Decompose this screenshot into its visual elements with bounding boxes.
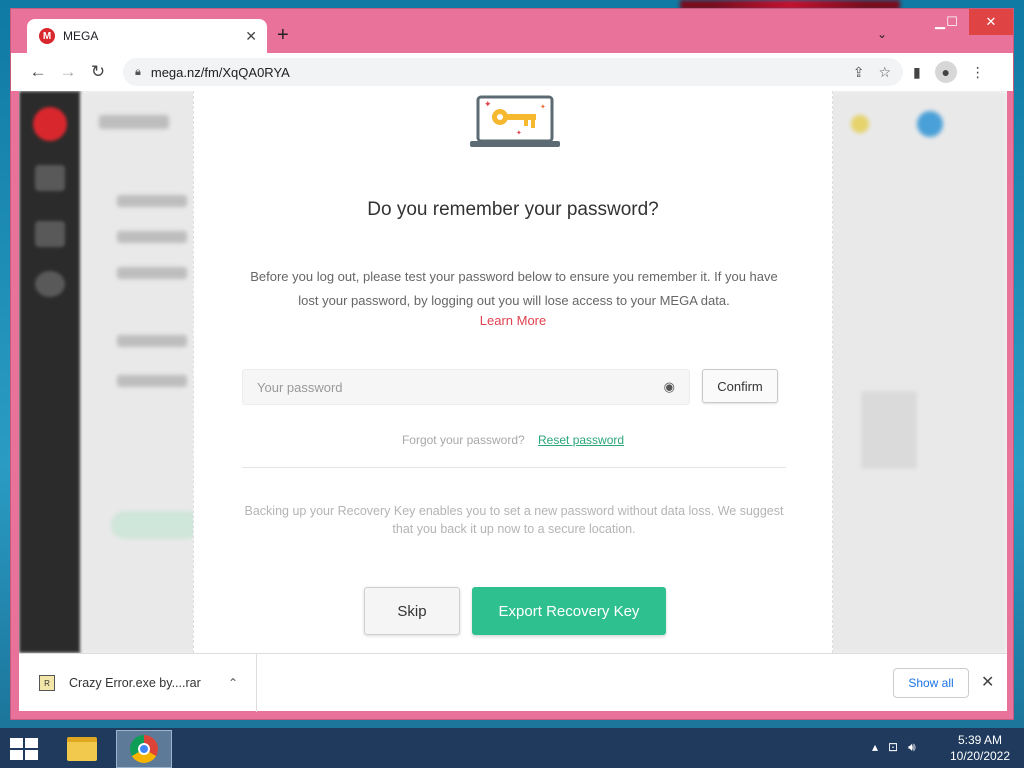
lock-icon[interactable]: 🔒︎: [135, 66, 141, 79]
blurred-avatar: [917, 111, 943, 137]
mega-sidebar: [19, 91, 81, 653]
blurred-row: [117, 335, 187, 347]
menu-icon[interactable]: ⋮: [971, 64, 985, 81]
tab-mega[interactable]: M MEGA ✕: [27, 19, 267, 53]
laptop-key-icon: ✦ ✦ ✦: [470, 95, 560, 147]
windows-taskbar: ▴ ⊡ 🔊︎ 5:39 AM 10/20/2022: [0, 728, 1024, 768]
network-icon[interactable]: ⊡: [888, 740, 898, 755]
sidebar-icon[interactable]: ▮: [913, 64, 921, 81]
file-explorer-icon[interactable]: [58, 730, 106, 768]
forward-icon[interactable]: →: [53, 62, 83, 82]
browser-toolbar: ← → ↻ 🔒︎ mega.nz/fm/XqQA0RYA ⇪ ☆ ▮ ● ⋮: [11, 53, 1013, 91]
confirm-button[interactable]: Confirm: [702, 369, 778, 403]
back-icon[interactable]: ←: [23, 62, 53, 82]
windows-start-icon[interactable]: [10, 738, 38, 760]
learn-more-link[interactable]: Learn More: [194, 313, 832, 328]
dialog-title: Do you remember your password?: [367, 199, 659, 220]
star-icon[interactable]: ☆: [878, 64, 891, 81]
recovery-key-text: Backing up your Recovery Key enables you…: [244, 504, 784, 536]
chrome-window: M MEGA ✕ + ⌄ ▁ ☐ ✕ ← → ↻ 🔒︎ mega.nz/fm/X…: [10, 8, 1014, 720]
download-bar: R Crazy Error.exe by....rar ⌃ Show all ✕: [19, 653, 1007, 712]
show-all-button[interactable]: Show all: [893, 668, 969, 698]
svg-text:✦: ✦: [540, 103, 546, 111]
reload-icon[interactable]: ↻: [83, 62, 113, 82]
photos-icon: [35, 221, 65, 247]
reset-password-link[interactable]: Reset password: [538, 433, 624, 447]
forgot-password-row: Forgot your password? Reset password: [194, 433, 832, 447]
blurred-row: [117, 375, 187, 387]
show-password-icon[interactable]: ◉: [664, 379, 675, 395]
blurred-heading: [99, 115, 169, 129]
clock-time: 5:39 AM: [957, 733, 1003, 747]
title-bar: M MEGA ✕ + ⌄ ▁ ☐ ✕: [11, 9, 1013, 53]
tray-up-arrow-icon[interactable]: ▴: [872, 740, 878, 755]
chevron-up-icon[interactable]: ⌃: [228, 676, 238, 690]
password-input[interactable]: [257, 379, 664, 395]
cloud-drive-icon: [35, 165, 65, 191]
logout-password-dialog: ✦ ✦ ✦ Do you remember your password? Bef…: [193, 91, 833, 653]
mega-logo-icon: [33, 107, 67, 141]
share-icon[interactable]: ⇪: [853, 64, 865, 81]
tab-close-icon[interactable]: ✕: [245, 28, 257, 45]
blurred-row: [117, 267, 187, 279]
chat-icon: [35, 271, 65, 297]
blurred-row: [117, 231, 187, 243]
profile-icon[interactable]: ●: [934, 61, 957, 83]
address-bar[interactable]: 🔒︎ mega.nz/fm/XqQA0RYA ⇪ ☆: [123, 58, 903, 86]
volume-icon[interactable]: 🔊︎: [908, 740, 916, 755]
svg-text:✦: ✦: [484, 99, 492, 109]
rar-file-icon: R: [39, 675, 55, 691]
tab-title: MEGA: [63, 29, 99, 43]
download-file-name[interactable]: Crazy Error.exe by....rar: [69, 676, 228, 690]
dialog-description: Before you log out, please test your pas…: [250, 269, 778, 308]
clock-date: 10/20/2022: [949, 749, 1011, 763]
close-download-bar-icon[interactable]: ✕: [981, 672, 994, 692]
window-close-button[interactable]: ✕: [969, 9, 1013, 35]
chrome-taskbar-icon[interactable]: [116, 730, 172, 768]
download-item[interactable]: R Crazy Error.exe by....rar ⌃: [19, 654, 257, 712]
password-field[interactable]: ◉: [242, 369, 690, 405]
system-tray: ▴ ⊡ 🔊︎: [872, 740, 916, 755]
blurred-row: [117, 195, 187, 207]
forgot-password-text: Forgot your password?: [401, 433, 525, 447]
url-text[interactable]: mega.nz/fm/XqQA0RYA: [151, 65, 839, 80]
page-content: ✦ ✦ ✦ Do you remember your password? Bef…: [19, 91, 1007, 653]
mega-favicon-icon: M: [39, 28, 55, 44]
maximize-button[interactable]: ☐: [937, 9, 967, 35]
export-recovery-key-button[interactable]: Export Recovery Key: [472, 587, 666, 635]
svg-text:✦: ✦: [516, 129, 522, 137]
taskbar-clock[interactable]: 5:39 AM 10/20/2022: [940, 732, 1020, 764]
divider: [242, 467, 786, 468]
skip-button[interactable]: Skip: [364, 587, 460, 635]
new-tab-button[interactable]: +: [277, 25, 289, 45]
blurred-file-thumbnail: [861, 391, 917, 469]
blurred-status: [111, 511, 201, 539]
blurred-notification: [851, 115, 869, 133]
tab-search-icon[interactable]: ⌄: [877, 27, 887, 41]
